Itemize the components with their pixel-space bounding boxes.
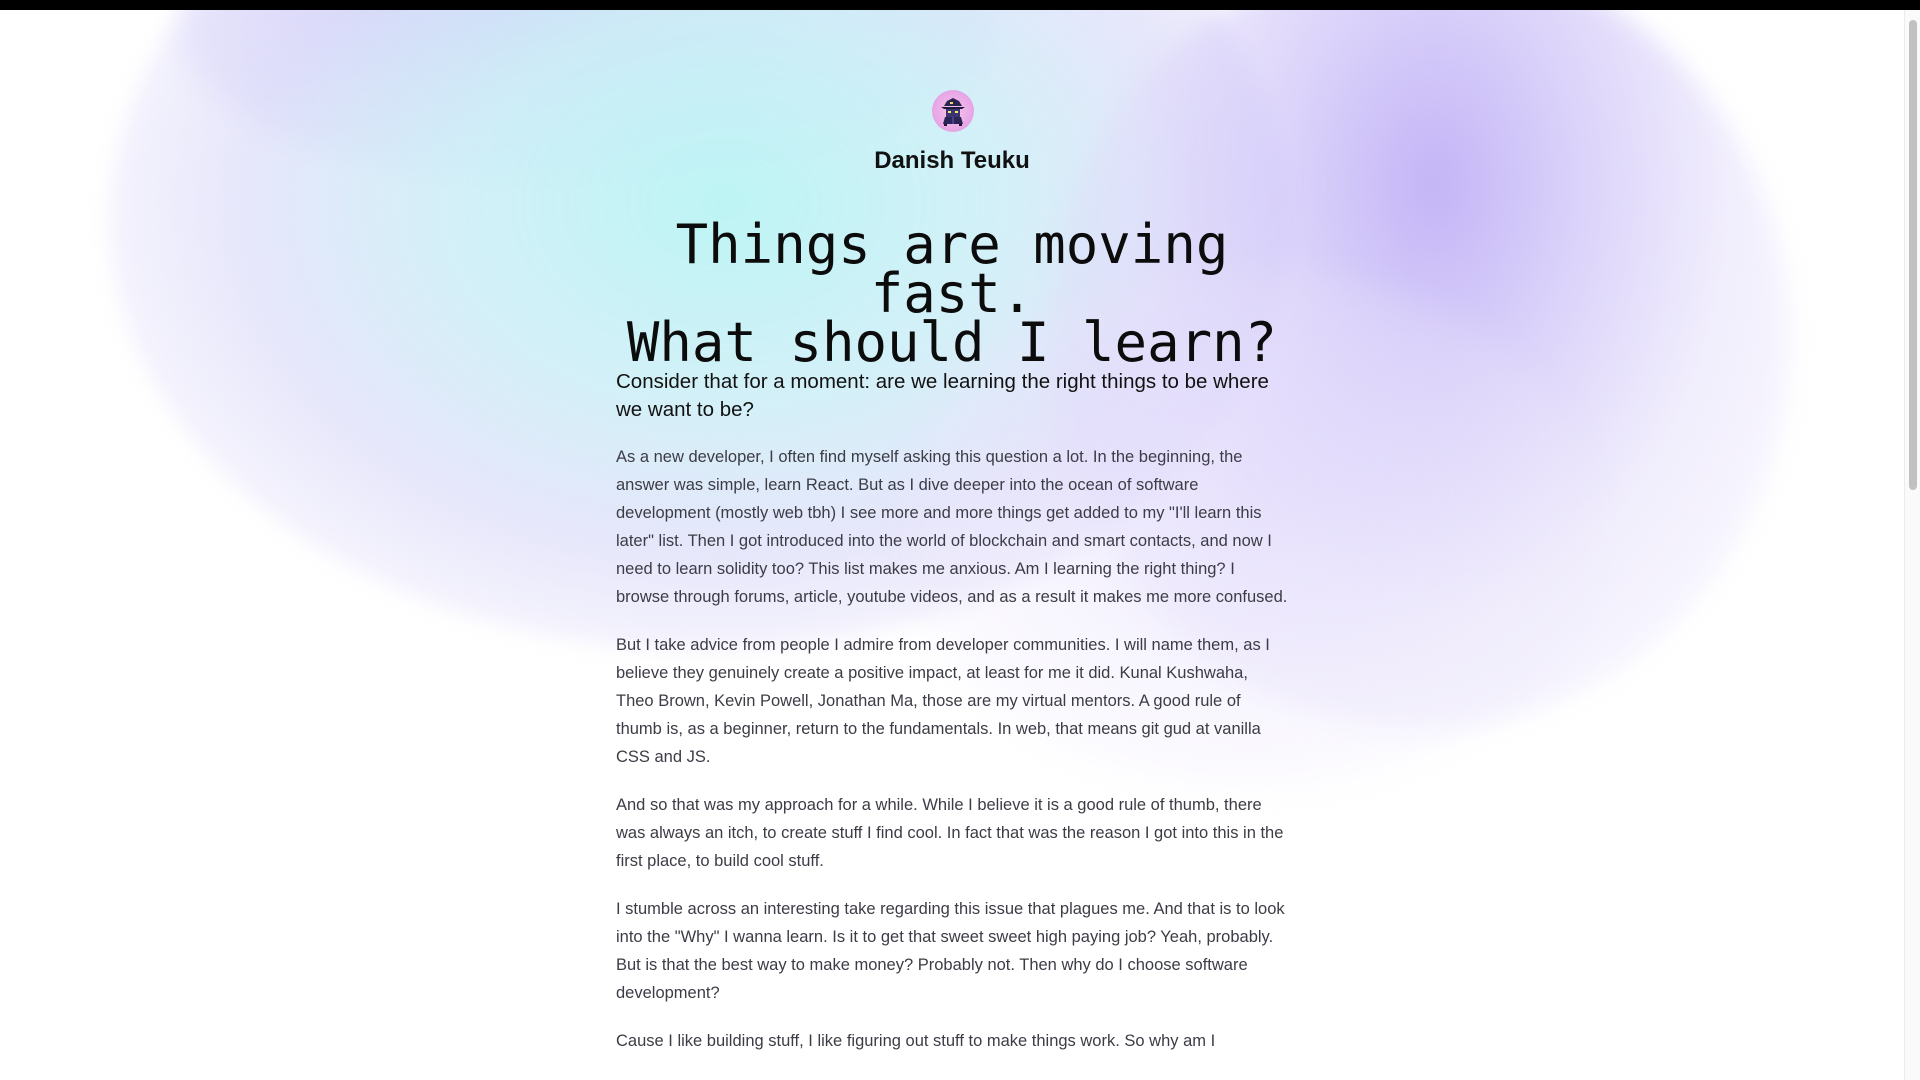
title-line-2: What should I learn? [626,311,1278,374]
page-title: Things are moving fast. What should I lea… [586,218,1318,370]
paragraph: Cause I like building stuff, I like figu… [616,1032,1216,1050]
article-body: As a new developer, I often find myself … [616,443,1288,1075]
author-avatar[interactable] [932,90,974,132]
article-subtitle: Consider that for a moment: are we learn… [616,370,1269,421]
wizard-avatar-icon [941,98,965,126]
paragraph: As a new developer, I often find myself … [616,448,1288,606]
paragraph: I stumble across an interesting take reg… [616,900,1285,1002]
author-name[interactable]: Danish Teuku [616,147,1288,175]
vertical-scrollbar[interactable] [1904,10,1920,1080]
paragraph: But I take advice from people I admire f… [616,636,1270,766]
page-viewport[interactable]: Danish Teuku Things are moving fast. What… [0,10,1904,1080]
scrollbar-thumb[interactable] [1909,20,1917,490]
browser-top-bar [0,0,1920,10]
paragraph: And so that was my approach for a while.… [616,796,1284,870]
title-line-1: Things are moving fast. [675,213,1229,325]
